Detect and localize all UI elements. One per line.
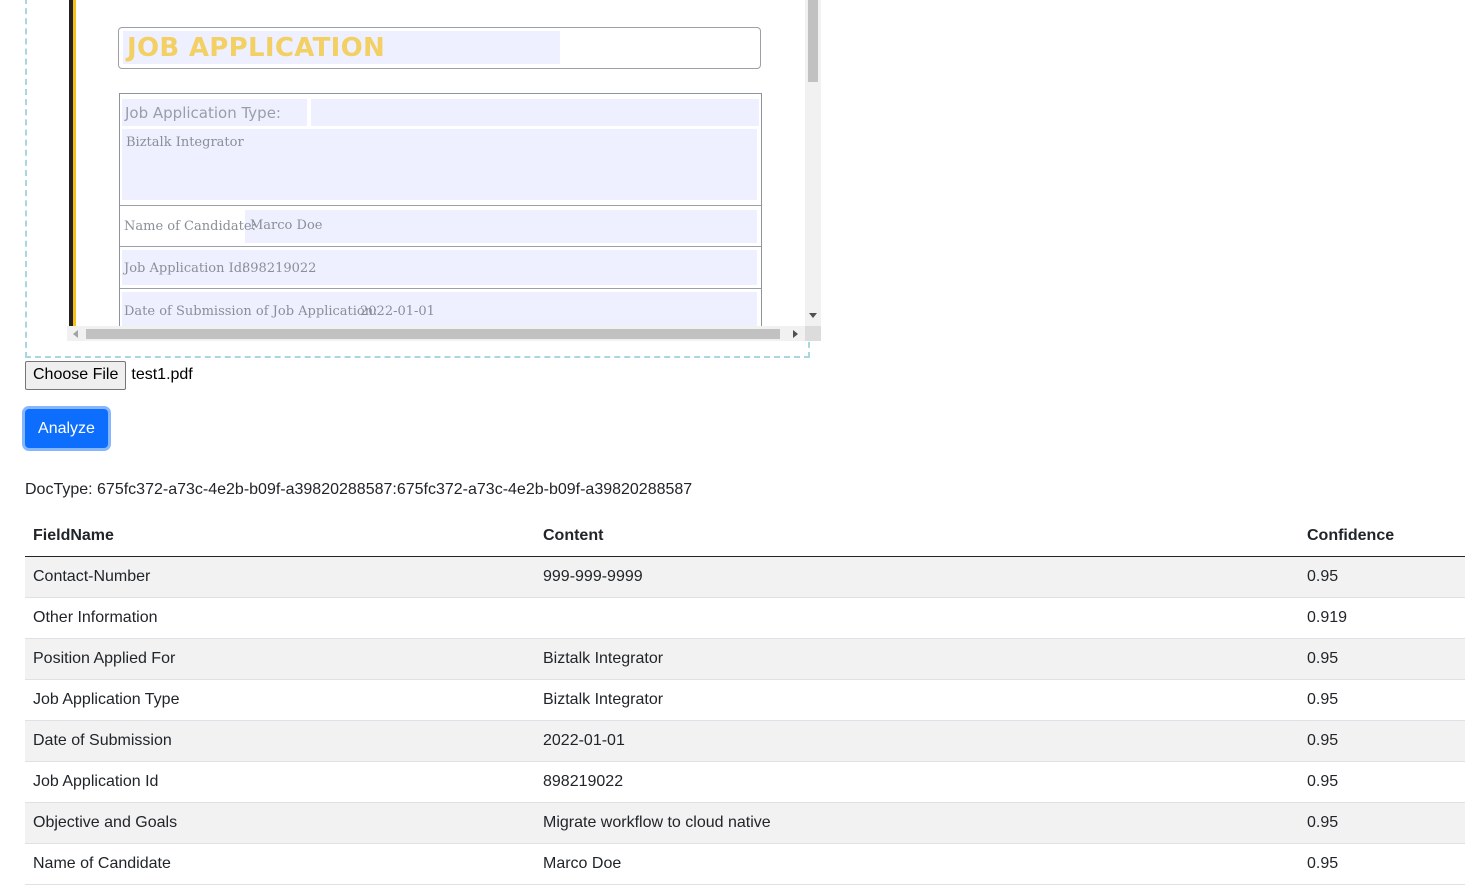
cell-confidence: 0.919: [1299, 597, 1465, 639]
cell-content: 898219022: [535, 761, 1299, 803]
table-row: Name of Candidate Marco Doe 0.95: [25, 843, 1465, 885]
doctype-text: DocType: 675fc372-a73c-4e2b-b09f-a398202…: [25, 481, 693, 498]
field-fill: [311, 99, 759, 126]
form-row-job-type: Job Application Type: Biztalk Integrator: [120, 94, 761, 206]
scrollbar-corner: [805, 326, 821, 341]
analyze-button[interactable]: Analyze: [25, 409, 108, 448]
field-value: Biztalk Integrator: [126, 135, 244, 150]
field-label: Date of Submission of Job Application:: [124, 304, 378, 319]
cell-confidence: 0.95: [1299, 556, 1465, 598]
form-row-app-id: Job Application Id: 898219022: [120, 247, 761, 289]
cell-fieldname: Date of Submission: [25, 720, 535, 762]
horizontal-scrollbar[interactable]: [67, 326, 805, 341]
scroll-left-arrow-icon[interactable]: [73, 330, 78, 338]
field-value: 2022-01-01: [360, 304, 435, 319]
cell-confidence: 0.95: [1299, 843, 1465, 885]
column-header-content: Content: [535, 516, 1299, 557]
scroll-down-arrow-icon[interactable]: [809, 313, 817, 318]
table-row: Contact-Number 999-999-9999 0.95: [25, 556, 1465, 598]
cell-confidence: 0.95: [1299, 720, 1465, 762]
vertical-scroll-thumb[interactable]: [808, 0, 818, 82]
form-title-box: JOB APPLICATION: [118, 27, 761, 69]
selected-file-name: test1.pdf: [131, 366, 193, 383]
cell-fieldname: Other Information: [25, 597, 535, 639]
vertical-scrollbar[interactable]: [805, 0, 821, 326]
form-row-candidate: Name of Candidate: Marco Doe: [120, 206, 761, 247]
table-row: Position Applied For Biztalk Integrator …: [25, 638, 1465, 680]
field-value: 898219022: [242, 261, 317, 276]
table-row: Job Application Id 898219022 0.95: [25, 761, 1465, 803]
field-label: Name of Candidate:: [124, 219, 256, 234]
cell-fieldname: Contact-Number: [25, 556, 535, 598]
table-row: Date of Submission 2022-01-01 0.95: [25, 720, 1465, 762]
table-row: Other Information 0.919: [25, 597, 1465, 639]
field-label: Job Application Type:: [125, 104, 281, 122]
column-header-fieldname: FieldName: [25, 516, 535, 557]
drop-zone[interactable]: JOB APPLICATION Job Application Type: Bi…: [25, 0, 821, 358]
cell-content: Biztalk Integrator: [535, 638, 1299, 680]
form-box: Job Application Type: Biztalk Integrator…: [119, 93, 762, 333]
choose-file-button[interactable]: Choose File: [25, 360, 127, 390]
field-value: Marco Doe: [250, 218, 323, 233]
cell-confidence: 0.95: [1299, 679, 1465, 721]
cell-confidence: 0.95: [1299, 638, 1465, 680]
horizontal-scroll-thumb[interactable]: [86, 329, 780, 339]
table-row: Objective and Goals Migrate workflow to …: [25, 802, 1465, 844]
pdf-viewer[interactable]: JOB APPLICATION Job Application Type: Bi…: [67, 0, 821, 341]
cell-fieldname: Name of Candidate: [25, 843, 535, 885]
cell-content: 999-999-9999: [535, 556, 1299, 598]
cell-content: Biztalk Integrator: [535, 679, 1299, 721]
cell-confidence: 0.95: [1299, 802, 1465, 844]
file-input[interactable]: Choose File test1.pdf: [25, 360, 193, 390]
cell-content: [535, 597, 1299, 639]
page-stripe-gold: [73, 0, 76, 326]
scroll-right-arrow-icon[interactable]: [793, 330, 798, 338]
cell-content: Marco Doe: [535, 843, 1299, 885]
pdf-page: JOB APPLICATION Job Application Type: Bi…: [67, 0, 805, 333]
table-header-row: FieldName Content Confidence: [25, 516, 1465, 557]
table-row: Job Application Type Biztalk Integrator …: [25, 679, 1465, 721]
results-table: FieldName Content Confidence Contact-Num…: [25, 516, 1465, 885]
cell-content: 2022-01-01: [535, 720, 1299, 762]
cell-fieldname: Job Application Type: [25, 679, 535, 721]
cell-content: Migrate workflow to cloud native: [535, 802, 1299, 844]
column-header-confidence: Confidence: [1299, 516, 1465, 557]
form-title: JOB APPLICATION: [127, 33, 386, 63]
cell-fieldname: Objective and Goals: [25, 802, 535, 844]
cell-fieldname: Job Application Id: [25, 761, 535, 803]
field-label: Job Application Id:: [124, 261, 247, 276]
cell-confidence: 0.95: [1299, 761, 1465, 803]
cell-fieldname: Position Applied For: [25, 638, 535, 680]
